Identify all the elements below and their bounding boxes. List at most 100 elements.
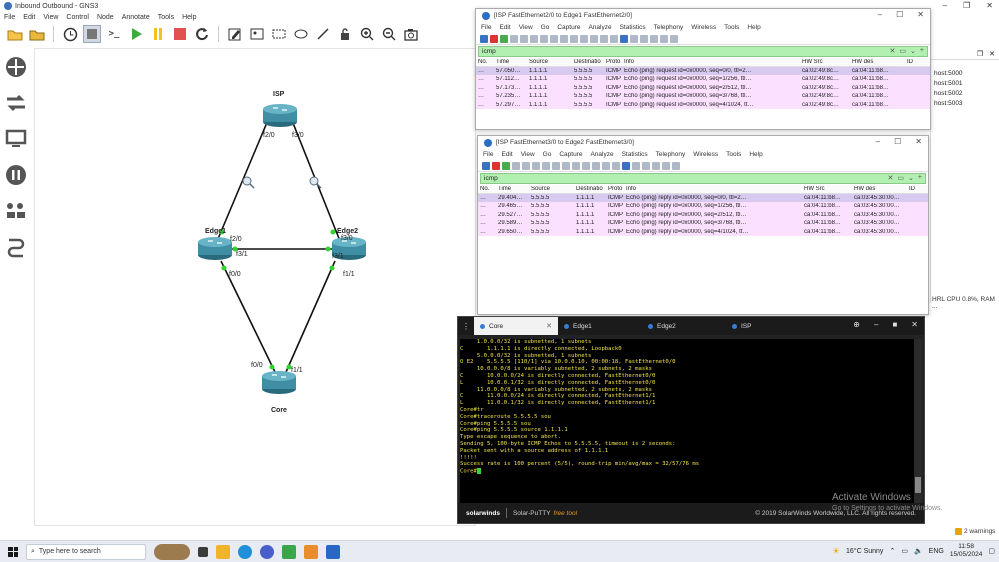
menu-file[interactable]: File	[483, 151, 493, 158]
menu-telephony[interactable]: Telephony	[656, 151, 686, 158]
table-row[interactable]: … 57.050… 1.1.1.1 5.5.5.5 ICMP Echo (ping) re…	[476, 66, 930, 75]
tab-core[interactable]: Core ✕	[474, 317, 558, 335]
edit-note-icon[interactable]	[226, 25, 244, 43]
menu-edit[interactable]: Edit	[501, 151, 512, 158]
column-header[interactable]: ID	[905, 59, 921, 65]
column-header[interactable]: Proto	[604, 59, 622, 65]
language-indicator[interactable]: ENG	[929, 548, 944, 555]
task-view-icon[interactable]	[198, 546, 208, 557]
table-row[interactable]: … 29.465… 5.5.5.5 1.1.1.1 ICMP Echo (ping) re…	[478, 202, 928, 211]
menu-tools[interactable]: Tools	[158, 14, 174, 21]
column-header[interactable]: Proto	[606, 186, 624, 192]
new-session-icon[interactable]: ⊕	[853, 320, 860, 329]
display-filter-input[interactable]: icmp ✕ ▭ ⌄ +	[478, 46, 928, 57]
table-row[interactable]: … 57.173… 1.1.1.1 5.5.5.5 ICMP Echo (ping) re…	[476, 83, 930, 92]
go-back-icon[interactable]	[570, 34, 578, 43]
terminal-output[interactable]: 1.0.0.0/32 is subnetted, 1 subnets C 1.1.…	[460, 339, 914, 503]
folder-icon[interactable]	[28, 25, 46, 43]
start-button[interactable]	[0, 541, 26, 562]
restart-capture-icon[interactable]	[500, 34, 508, 43]
menu-node[interactable]: Node	[97, 14, 114, 21]
table-row[interactable]: … 29.404… 5.5.5.5 1.1.1.1 ICMP Echo (ping) re…	[478, 193, 928, 202]
minimize-icon[interactable]: –	[876, 137, 880, 146]
menu-edit[interactable]: Edit	[23, 14, 35, 21]
menu-file[interactable]: File	[4, 14, 15, 21]
restore-icon[interactable]: ❐	[977, 50, 983, 58]
start-capture-icon[interactable]	[482, 161, 490, 170]
router-core-icon[interactable]	[262, 371, 296, 394]
menu-go[interactable]: Go	[543, 151, 552, 158]
weather-text[interactable]: 16°C Sunny	[846, 548, 883, 555]
gns3-taskbar-icon[interactable]	[282, 544, 296, 559]
open-file-icon[interactable]	[522, 161, 530, 170]
menu-help[interactable]: Help	[749, 151, 762, 158]
capture-magnifier-icon[interactable]	[309, 176, 322, 189]
minimize-icon[interactable]: –	[874, 320, 878, 329]
menu-statistics[interactable]: Statistics	[620, 24, 646, 31]
start-capture-icon[interactable]	[480, 34, 488, 43]
menu-annotate[interactable]: Annotate	[122, 14, 150, 21]
node-label-isp[interactable]: ISP	[273, 91, 284, 98]
solar-putty-taskbar-icon[interactable]	[304, 544, 318, 559]
node-label-edge1[interactable]: Edge1	[205, 228, 226, 235]
normal-size-icon[interactable]	[662, 161, 670, 170]
terminal-prompt-line[interactable]: Core#	[460, 468, 914, 475]
draw-line-icon[interactable]	[314, 25, 332, 43]
zoom-out-icon[interactable]	[652, 161, 660, 170]
tab-isp[interactable]: ISP	[726, 317, 810, 335]
all-devices-category-icon[interactable]	[3, 198, 29, 224]
go-back-icon[interactable]	[572, 161, 580, 170]
node-label-edge2[interactable]: Edge2	[337, 228, 358, 235]
clock-icon[interactable]	[61, 25, 79, 43]
column-header[interactable]: No.	[478, 186, 496, 192]
column-header[interactable]: Time	[494, 59, 527, 65]
maximize-icon[interactable]: ☐	[896, 10, 903, 19]
stop-icon[interactable]	[171, 25, 189, 43]
go-to-packet-icon[interactable]	[592, 161, 600, 170]
column-header[interactable]: Info	[622, 59, 800, 65]
resize-columns-icon[interactable]	[670, 34, 678, 43]
close-icon[interactable]: ✕	[911, 320, 918, 329]
router-isp-icon[interactable]	[263, 104, 297, 127]
router-category-icon[interactable]	[3, 54, 29, 80]
zoom-in-icon[interactable]	[640, 34, 648, 43]
maximize-icon[interactable]: ■	[892, 320, 897, 329]
stop-capture-icon[interactable]	[490, 34, 498, 43]
save-file-icon[interactable]	[532, 161, 540, 170]
column-header[interactable]: Destinatio	[574, 186, 606, 192]
network-icon[interactable]: ▭	[901, 547, 908, 555]
switch-category-icon[interactable]	[3, 90, 29, 116]
column-header[interactable]: HW Src	[802, 186, 852, 192]
menu-file[interactable]: File	[481, 24, 491, 31]
close-icon[interactable]: ✕	[915, 137, 922, 146]
reload-file-icon[interactable]	[552, 161, 560, 170]
first-packet-icon[interactable]	[602, 161, 610, 170]
list-item[interactable]: host:5002	[931, 89, 999, 99]
column-header[interactable]: Source	[529, 186, 574, 192]
colorize-icon[interactable]	[630, 34, 638, 43]
terminal-scrollbar[interactable]	[914, 339, 922, 503]
save-file-icon[interactable]	[530, 34, 538, 43]
column-header[interactable]: HW des	[850, 59, 905, 65]
column-header[interactable]: Time	[496, 186, 529, 192]
menu-capture[interactable]: Capture	[559, 151, 582, 158]
menu-tools[interactable]: Tools	[724, 24, 739, 31]
table-row[interactable]: … 29.527… 5.5.5.5 1.1.1.1 ICMP Echo (ping) re…	[478, 210, 928, 219]
find-packet-icon[interactable]	[560, 34, 568, 43]
zoom-in-icon[interactable]	[358, 25, 376, 43]
column-header[interactable]: Destinatio	[572, 59, 604, 65]
console-icon[interactable]: >_	[105, 25, 123, 43]
table-row[interactable]: … 29.589… 5.5.5.5 1.1.1.1 ICMP Echo (ping) re…	[478, 219, 928, 228]
column-header[interactable]: No.	[476, 59, 494, 65]
last-packet-icon[interactable]	[610, 34, 618, 43]
menu-control[interactable]: Control	[66, 14, 89, 21]
taskbar-search-input[interactable]: ⌕ Type here to search	[26, 543, 146, 560]
zoom-out-icon[interactable]	[650, 34, 658, 43]
apply-filter-icon[interactable]: ▭	[897, 174, 904, 182]
menu-edit[interactable]: Edit	[499, 24, 510, 31]
end-device-category-icon[interactable]	[3, 126, 29, 152]
zoom-out-icon[interactable]	[380, 25, 398, 43]
notification-icon[interactable]: ▢	[988, 547, 995, 555]
last-packet-icon[interactable]	[612, 161, 620, 170]
normal-size-icon[interactable]	[660, 34, 668, 43]
